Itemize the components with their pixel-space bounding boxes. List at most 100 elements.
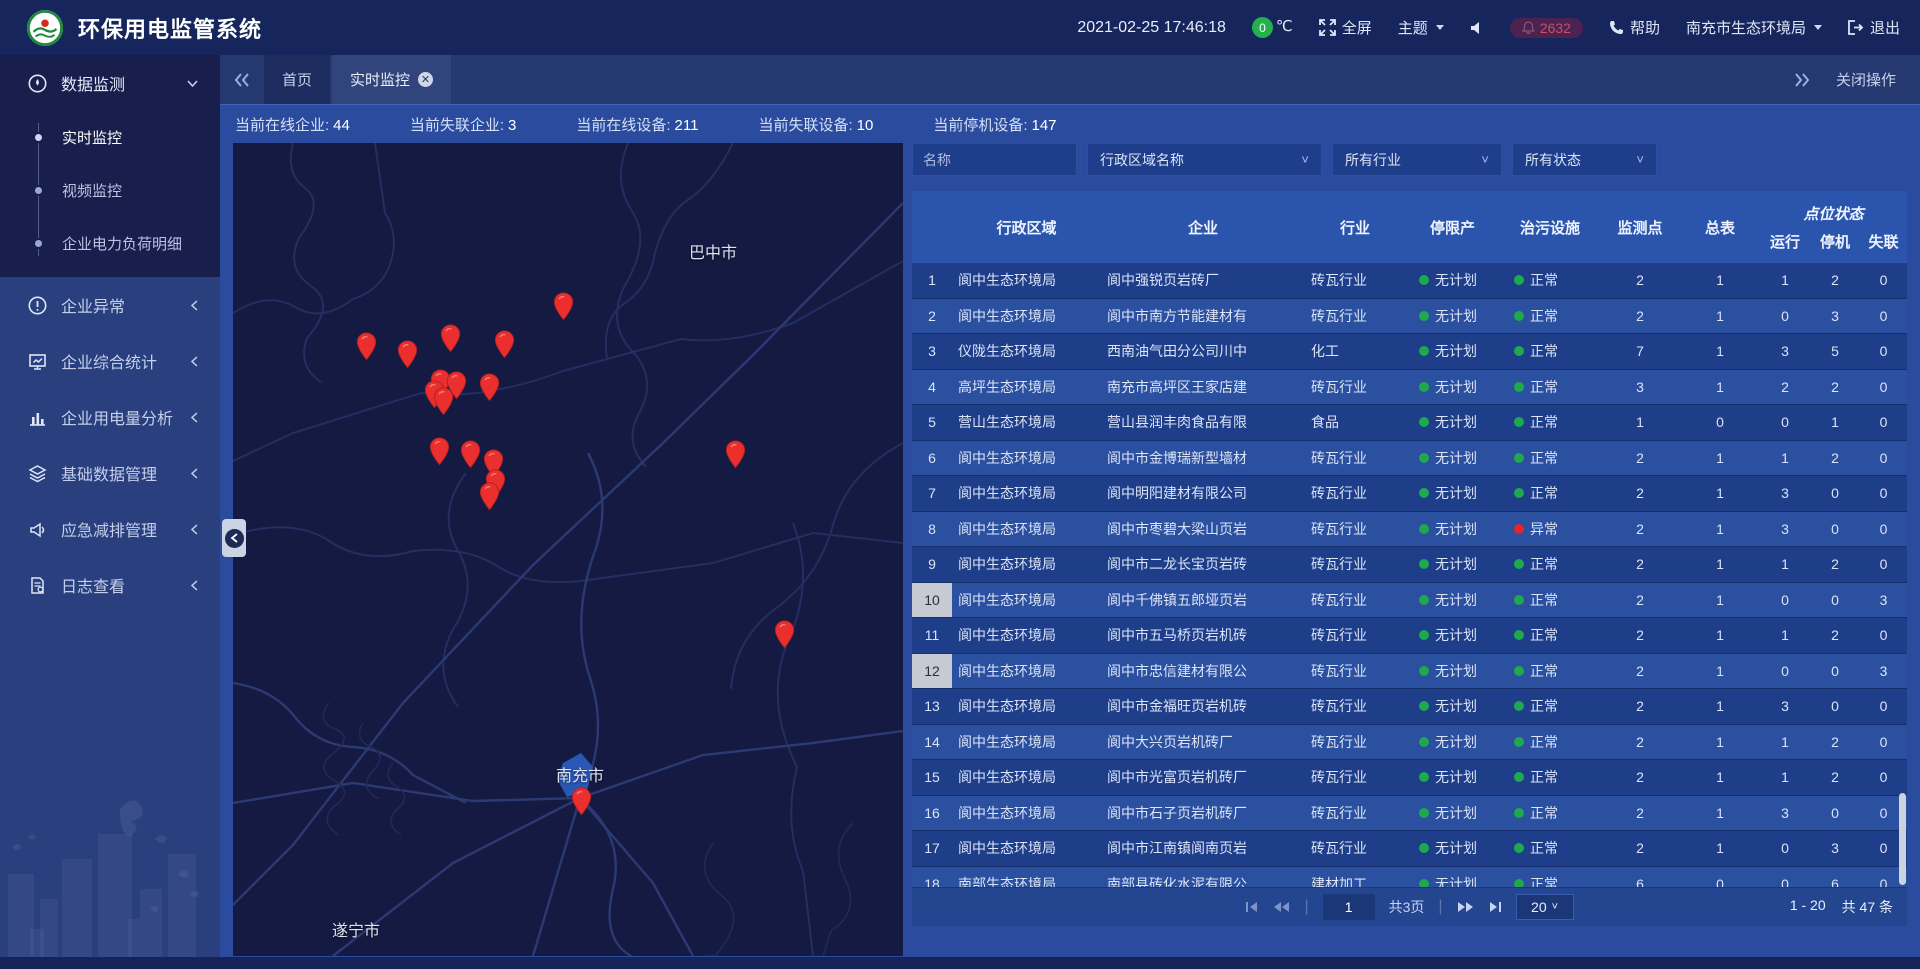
cell-monitor-points: 2 <box>1600 485 1680 501</box>
map-pin-icon[interactable] <box>397 340 418 369</box>
city-skyline-watermark <box>0 779 220 969</box>
tab-首页[interactable]: 首页 <box>264 55 330 104</box>
region-filter-select[interactable]: 行政区域名称˅ <box>1087 143 1322 176</box>
first-page-button[interactable] <box>1245 901 1259 913</box>
row-number: 13 <box>912 689 952 724</box>
last-page-button[interactable] <box>1488 901 1502 913</box>
map-pin-icon[interactable] <box>494 330 515 359</box>
map-pin-icon[interactable] <box>571 787 592 816</box>
row-number: 14 <box>912 725 952 760</box>
pagination-summary: 1 - 20 共 47 条 <box>1790 897 1893 917</box>
status-filter-select[interactable]: 所有状态˅ <box>1512 143 1657 176</box>
map-pin-icon[interactable] <box>774 620 795 649</box>
cell-running: 1 <box>1760 556 1810 572</box>
next-page-button[interactable] <box>1457 901 1474 913</box>
table-row[interactable]: 10阆中生态环境局阆中千佛镇五郎垭页岩砖瓦行业无计划正常21003 <box>912 583 1907 619</box>
filter-bar: 行政区域名称˅ 所有行业˅ 所有状态˅ <box>912 143 1907 176</box>
chevron-left-icon <box>191 580 198 591</box>
cell-industry: 砖瓦行业 <box>1305 767 1405 787</box>
cell-industry: 砖瓦行业 <box>1305 696 1405 716</box>
sidebar-item-应急减排管理[interactable]: 应急减排管理 <box>0 501 220 557</box>
status-dot-icon <box>1514 772 1524 782</box>
table-row[interactable]: 18南部生态环境局南部县砖化水泥有限公建材加工无计划正常60060 <box>912 867 1907 888</box>
map-pin-icon[interactable] <box>356 332 377 361</box>
table-row[interactable]: 7阆中生态环境局阆中明阳建材有限公司砖瓦行业无计划正常21300 <box>912 476 1907 512</box>
tab-实时监控[interactable]: 实时监控✕ <box>332 55 451 104</box>
limit-status-label: 无计划 <box>1435 448 1477 468</box>
map-pin-icon[interactable] <box>440 324 461 353</box>
cell-stopped: 0 <box>1810 805 1860 821</box>
bullet-dot-icon <box>33 238 44 249</box>
help-button[interactable]: 帮助 <box>1609 17 1660 38</box>
stat-value: 147 <box>1032 117 1057 134</box>
table-row[interactable]: 9阆中生态环境局阆中市二龙长宝页岩砖砖瓦行业无计划正常21120 <box>912 547 1907 583</box>
cell-offline: 0 <box>1860 698 1907 714</box>
table-row[interactable]: 1阆中生态环境局阆中强锐页岩砖厂砖瓦行业无计划正常21120 <box>912 263 1907 299</box>
cell-limit-status: 无计划 <box>1405 661 1500 681</box>
map-collapse-button[interactable] <box>222 519 246 557</box>
cell-stopped: 0 <box>1810 663 1860 679</box>
sidebar-subitem-实时监控[interactable]: 实时监控 <box>0 111 220 164</box>
map-pin-icon[interactable] <box>479 373 500 402</box>
table-row[interactable]: 2阆中生态环境局阆中市南方节能建材有砖瓦行业无计划正常21030 <box>912 299 1907 335</box>
map-pin-icon[interactable] <box>553 292 574 321</box>
map-pin-icon[interactable] <box>429 437 450 466</box>
map-pin-icon[interactable] <box>479 482 500 511</box>
table-row[interactable]: 14阆中生态环境局阆中大兴页岩机砖厂砖瓦行业无计划正常21120 <box>912 725 1907 761</box>
cell-limit-status: 无计划 <box>1405 341 1500 361</box>
close-icon[interactable]: ✕ <box>418 72 433 87</box>
table-row[interactable]: 6阆中生态环境局阆中市金博瑞新型墙材砖瓦行业无计划正常21120 <box>912 441 1907 477</box>
sidebar-item-日志查看[interactable]: 日志查看 <box>0 557 220 613</box>
double-chevron-right-icon[interactable] <box>1794 73 1810 87</box>
sidebar-item-基础数据管理[interactable]: 基础数据管理 <box>0 445 220 501</box>
fullscreen-button[interactable]: 全屏 <box>1319 17 1372 38</box>
name-filter-input[interactable] <box>912 143 1077 176</box>
facility-status-label: 正常 <box>1530 661 1558 681</box>
row-number: 17 <box>912 831 952 866</box>
map-pin-icon[interactable] <box>725 440 746 469</box>
sidebar-item-企业综合统计[interactable]: 企业综合统计 <box>0 333 220 389</box>
sidebar-item-企业用电量分析[interactable]: 企业用电量分析 <box>0 389 220 445</box>
table-row[interactable]: 12阆中生态环境局阆中市忠信建材有限公砖瓦行业无计划正常21003 <box>912 654 1907 690</box>
cell-offline: 3 <box>1860 592 1907 608</box>
cell-limit-status: 无计划 <box>1405 483 1500 503</box>
close-operations-button[interactable]: 关闭操作 <box>1836 69 1896 90</box>
org-dropdown[interactable]: 南充市生态环境局 <box>1686 17 1822 38</box>
volume-button[interactable] <box>1470 21 1484 35</box>
theme-dropdown[interactable]: 主题 <box>1398 17 1444 38</box>
table-row[interactable]: 3仪陇生态环境局西南油气田分公司川中化工无计划正常71350 <box>912 334 1907 370</box>
table-row[interactable]: 5营山生态环境局营山县润丰肉食品有限食品无计划正常10010 <box>912 405 1907 441</box>
datetime: 2021-02-25 17:46:18 <box>1077 19 1226 37</box>
cell-facility-status: 正常 <box>1500 270 1600 290</box>
range-label: 1 - 20 <box>1790 897 1826 917</box>
page-size-select[interactable]: 20˅ <box>1516 894 1574 920</box>
page-number-input[interactable] <box>1323 894 1375 920</box>
map[interactable]: 巴中市南充市遂宁市 <box>233 143 903 956</box>
table-row[interactable]: 8阆中生态环境局阆中市枣碧大梁山页岩砖瓦行业无计划异常21300 <box>912 512 1907 548</box>
cell-stopped: 1 <box>1810 414 1860 430</box>
prev-page-button[interactable] <box>1273 901 1290 913</box>
table-row[interactable]: 13阆中生态环境局阆中市金福旺页岩机砖砖瓦行业无计划正常21300 <box>912 689 1907 725</box>
logout-button[interactable]: 退出 <box>1848 17 1900 38</box>
table-row[interactable]: 11阆中生态环境局阆中市五马桥页岩机砖砖瓦行业无计划正常21120 <box>912 618 1907 654</box>
map-pin-icon[interactable] <box>460 440 481 469</box>
table-row[interactable]: 15阆中生态环境局阆中市光富页岩机砖厂砖瓦行业无计划正常21120 <box>912 760 1907 796</box>
log-file-icon <box>28 576 47 595</box>
limit-status-label: 无计划 <box>1435 767 1477 787</box>
sidebar-item-data-monitor[interactable]: 数据监测 <box>0 55 220 111</box>
sidebar-subitem-企业电力负荷明细[interactable]: 企业电力负荷明细 <box>0 217 220 270</box>
table-row[interactable]: 16阆中生态环境局阆中市石子页岩机砖厂砖瓦行业无计划正常21300 <box>912 796 1907 832</box>
cell-monitor-points: 2 <box>1600 698 1680 714</box>
cell-industry: 建材加工 <box>1305 874 1405 887</box>
tabs-scroll-left-button[interactable] <box>220 55 264 104</box>
vertical-scrollbar[interactable] <box>1899 793 1906 885</box>
table-row[interactable]: 4高坪生态环境局南充市高坪区王家店建砖瓦行业无计划正常31220 <box>912 370 1907 406</box>
cell-limit-status: 无计划 <box>1405 874 1500 887</box>
sidebar-item-企业异常[interactable]: 企业异常 <box>0 277 220 333</box>
industry-filter-select[interactable]: 所有行业˅ <box>1332 143 1502 176</box>
table-row[interactable]: 17阆中生态环境局阆中市江南镇阆南页岩砖瓦行业无计划正常21030 <box>912 831 1907 867</box>
sidebar-subitem-视频监控[interactable]: 视频监控 <box>0 164 220 217</box>
notification-badge[interactable]: 2632 <box>1510 18 1583 38</box>
column-header-总表: 总表 <box>1680 191 1760 263</box>
map-pin-icon[interactable] <box>433 387 454 416</box>
